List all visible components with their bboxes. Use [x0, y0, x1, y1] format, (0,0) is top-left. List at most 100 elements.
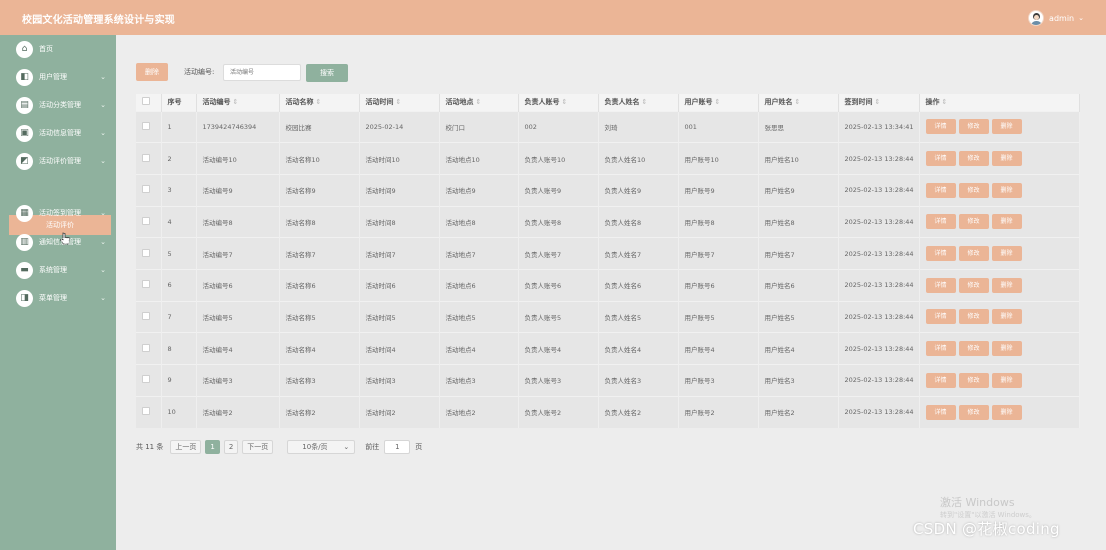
search-button[interactable]: 搜索: [306, 64, 348, 82]
table-row: 9 活动编号3 活动名称3 活动时间3 活动地点3 负责人账号3 负责人姓名3 用户账号3 用户…: [136, 364, 1080, 397]
row-checkbox-cell: [136, 364, 162, 397]
sidebar-item-notices[interactable]: ▥ 通知信息管理 ⌄: [9, 231, 110, 253]
edit-button[interactable]: 修改: [958, 246, 989, 262]
column-header[interactable]: 操作 ⇕: [919, 94, 1080, 111]
detail-button[interactable]: 详情: [925, 277, 956, 293]
delete-button[interactable]: 删除: [991, 404, 1022, 420]
delete-button[interactable]: 删除: [991, 341, 1022, 357]
row-checkbox[interactable]: [142, 121, 150, 130]
row-checkbox[interactable]: [142, 311, 150, 320]
row-checkbox[interactable]: [142, 185, 150, 194]
prev-page-button[interactable]: 上一页: [170, 440, 202, 454]
table-cell: 负责人姓名4: [598, 332, 679, 365]
table-cell: 用户账号2: [678, 395, 759, 428]
avatar[interactable]: [1028, 10, 1045, 26]
username[interactable]: admin: [1049, 14, 1074, 23]
table-cell: 5: [161, 237, 197, 270]
delete-button[interactable]: 删除: [991, 214, 1022, 230]
chevron-down-icon: ⌄: [343, 443, 350, 451]
column-header[interactable]: 负责人姓名 ⇕: [598, 94, 679, 111]
next-page-button[interactable]: 下一页: [242, 440, 274, 454]
page-button-1[interactable]: 1: [205, 440, 220, 454]
activity-id-search-input[interactable]: [223, 64, 301, 81]
table-cell: 1: [161, 110, 197, 143]
row-checkbox[interactable]: [142, 216, 150, 225]
detail-button[interactable]: 详情: [925, 372, 956, 388]
detail-button[interactable]: 详情: [925, 246, 956, 262]
sidebar-item-activity-signin[interactable]: ▦ 活动签到管理 ⌄: [9, 202, 110, 224]
detail-button[interactable]: 详情: [925, 119, 956, 135]
edit-button[interactable]: 修改: [958, 151, 989, 167]
detail-button[interactable]: 详情: [925, 214, 956, 230]
table-cell: 活动名称7: [279, 237, 360, 270]
goto-page-input[interactable]: [384, 440, 411, 454]
column-header[interactable]: 活动地点 ⇕: [439, 94, 519, 111]
sidebar-item-home[interactable]: ⌂ 首页: [9, 38, 110, 60]
edit-button[interactable]: 修改: [958, 277, 989, 293]
sidebar-item-activity-info[interactable]: ▣ 活动信息管理 ⌄: [9, 122, 110, 144]
sidebar-item-activity-evaluation[interactable]: ◩ 活动评价管理 ⌄: [9, 150, 110, 172]
table-cell: 负责人姓名10: [598, 142, 679, 175]
column-header[interactable]: 活动时间 ⇕: [359, 94, 440, 111]
table-cell: 活动时间3: [359, 364, 440, 397]
column-header[interactable]: 签到时间 ⇕: [838, 94, 920, 111]
detail-button[interactable]: 详情: [925, 404, 956, 420]
edit-button[interactable]: 修改: [958, 119, 989, 135]
table-row: 4 活动编号8 活动名称8 活动时间8 活动地点8 负责人账号8 负责人姓名8 用户账号8 用户…: [136, 205, 1080, 238]
row-checkbox[interactable]: [142, 280, 150, 289]
batch-delete-button[interactable]: 删除: [136, 63, 168, 81]
system-icon: ▬: [16, 261, 33, 279]
page-button-2[interactable]: 2: [223, 440, 239, 454]
table-cell: 2025-02-13 13:28:44: [838, 268, 920, 302]
select-all-checkbox[interactable]: [142, 97, 150, 106]
chevron-down-icon[interactable]: ⌄: [1078, 14, 1084, 22]
user-menu[interactable]: admin ⌄: [1028, 9, 1084, 27]
table-cell: 活动地点5: [439, 300, 519, 333]
detail-button[interactable]: 详情: [925, 182, 956, 198]
row-checkbox[interactable]: [142, 153, 150, 162]
pagination: 共 11 条 上一页 1 2 下一页 10条/页 ⌄ 前往 页: [136, 439, 422, 455]
table-cell: 负责人账号8: [518, 205, 599, 238]
sidebar-item-menu-manage[interactable]: ◨ 菜单管理 ⌄: [9, 287, 110, 309]
sort-icon: ⇕: [874, 98, 881, 107]
edit-button[interactable]: 修改: [958, 341, 989, 357]
row-checkbox[interactable]: [142, 407, 150, 416]
row-checkbox-cell: [136, 300, 162, 333]
table-row: 10 活动编号2 活动名称2 活动时间2 活动地点2 负责人账号2 负责人姓名2 用户账号2 用…: [136, 395, 1080, 428]
delete-button[interactable]: 删除: [991, 151, 1022, 167]
delete-button[interactable]: 删除: [991, 119, 1022, 135]
column-header[interactable]: 活动编号 ⇕: [196, 94, 280, 111]
delete-button[interactable]: 删除: [991, 246, 1022, 262]
column-header[interactable]: 用户姓名 ⇕: [758, 94, 839, 111]
edit-button[interactable]: 修改: [958, 214, 989, 230]
column-header[interactable]: 用户账号 ⇕: [678, 94, 759, 111]
edit-button[interactable]: 修改: [958, 404, 989, 420]
table-cell: 负责人姓名2: [598, 395, 679, 428]
detail-button[interactable]: 详情: [925, 341, 956, 357]
table-cell: 负责人账号10: [518, 142, 599, 175]
edit-button[interactable]: 修改: [958, 309, 989, 325]
table-cell: 负责人姓名9: [598, 173, 679, 207]
delete-button[interactable]: 删除: [991, 182, 1022, 198]
evaluation-icon: ◩: [16, 152, 33, 170]
detail-button[interactable]: 详情: [925, 309, 956, 325]
delete-button[interactable]: 删除: [991, 309, 1022, 325]
row-checkbox[interactable]: [142, 375, 150, 384]
delete-button[interactable]: 删除: [991, 372, 1022, 388]
row-checkbox[interactable]: [142, 248, 150, 257]
column-header[interactable]: 负责人账号 ⇕: [518, 94, 599, 111]
row-checkbox[interactable]: [142, 343, 150, 352]
sort-icon: ⇕: [315, 98, 322, 107]
sidebar-item-activity-category[interactable]: ▤ 活动分类管理 ⌄: [9, 94, 110, 116]
delete-button[interactable]: 删除: [991, 277, 1022, 293]
sidebar-item-system[interactable]: ▬ 系统管理 ⌄: [9, 259, 110, 281]
page-size-select[interactable]: 10条/页 ⌄: [287, 440, 356, 454]
sidebar-item-users[interactable]: ◧ 用户管理 ⌄: [9, 66, 110, 88]
edit-button[interactable]: 修改: [958, 372, 989, 388]
edit-button[interactable]: 修改: [958, 182, 989, 198]
table-cell: 负责人姓名8: [598, 205, 679, 238]
detail-button[interactable]: 详情: [925, 151, 956, 167]
table-cell: 活动名称4: [279, 332, 360, 365]
table-cell: 用户姓名6: [758, 268, 839, 302]
column-header[interactable]: 活动名称 ⇕: [279, 94, 360, 111]
